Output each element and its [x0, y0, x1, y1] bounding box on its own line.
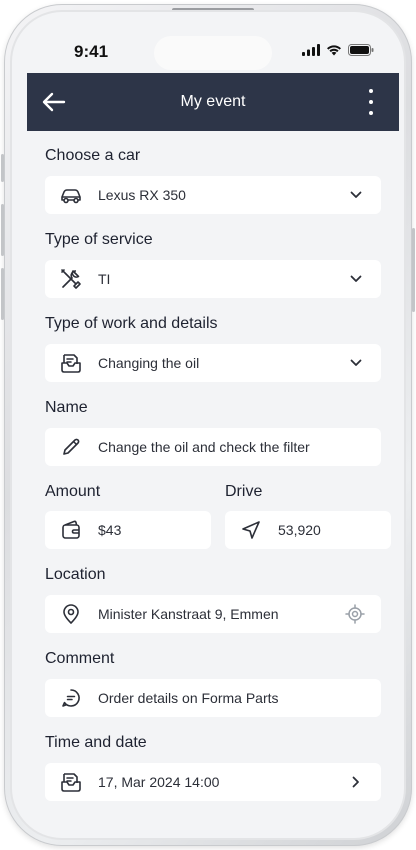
page-title: My event — [180, 93, 246, 110]
volume-down-button — [1, 268, 4, 320]
signal-icon — [302, 44, 320, 56]
name-label: Name — [45, 399, 88, 416]
name-value: Change the oil and check the filter — [98, 439, 310, 455]
car-label: Choose a car — [45, 147, 141, 164]
pencil-icon — [59, 436, 83, 458]
screen: 9:41 My event Choose a car Lexus RX 350 … — [12, 12, 404, 838]
app-header: My event — [27, 73, 399, 131]
mute-button — [1, 154, 4, 182]
calendar-task-icon — [59, 771, 83, 793]
amount-input[interactable]: $43 — [45, 511, 211, 549]
datetime-value: 17, Mar 2024 14:00 — [98, 774, 220, 790]
work-select[interactable]: Changing the oil — [45, 344, 381, 382]
dynamic-island — [154, 36, 272, 70]
amount-value: $43 — [98, 522, 122, 538]
drive-input[interactable]: 53,920 — [225, 511, 391, 549]
wifi-icon — [326, 44, 342, 56]
chevron-down-icon — [349, 188, 363, 202]
service-value: TI — [98, 271, 111, 287]
car-value: Lexus RX 350 — [98, 187, 186, 203]
work-label: Type of work and details — [45, 315, 218, 332]
chevron-right-icon — [349, 775, 363, 789]
datetime-label: Time and date — [45, 734, 147, 751]
power-button — [412, 228, 415, 312]
back-arrow-icon[interactable] — [41, 90, 67, 114]
location-input[interactable]: Minister Kanstraat 9, Emmen — [45, 595, 381, 633]
chevron-down-icon — [349, 356, 363, 370]
comment-value: Order details on Forma Parts — [98, 690, 279, 706]
drive-label: Drive — [225, 483, 263, 500]
name-input[interactable]: Change the oil and check the filter — [45, 428, 381, 466]
work-value: Changing the oil — [98, 355, 200, 371]
car-select[interactable]: Lexus RX 350 — [45, 176, 381, 214]
status-bar: 9:41 — [12, 12, 404, 74]
wallet-icon — [59, 519, 83, 541]
comment-input[interactable]: Order details on Forma Parts — [45, 679, 381, 717]
gps-target-icon[interactable] — [345, 604, 365, 624]
location-value: Minister Kanstraat 9, Emmen — [98, 606, 279, 622]
status-time: 9:41 — [74, 42, 109, 61]
chevron-down-icon — [349, 272, 363, 286]
map-pin-icon — [59, 603, 83, 625]
service-select[interactable]: TI — [45, 260, 381, 298]
navigation-arrow-icon — [239, 519, 263, 541]
location-label: Location — [45, 566, 106, 583]
battery-icon — [348, 44, 374, 56]
comment-label: Comment — [45, 650, 115, 667]
message-icon — [59, 687, 83, 709]
phone-frame: 9:41 My event Choose a car Lexus RX 350 … — [1, 4, 415, 846]
drive-value: 53,920 — [278, 522, 321, 538]
car-icon — [59, 184, 83, 206]
amount-label: Amount — [45, 483, 101, 500]
task-list-icon — [59, 352, 83, 374]
service-label: Type of service — [45, 231, 153, 248]
tools-icon — [59, 268, 83, 290]
datetime-select[interactable]: 17, Mar 2024 14:00 — [45, 763, 381, 801]
status-icons — [302, 44, 374, 56]
volume-up-button — [1, 204, 4, 256]
more-options-icon[interactable] — [367, 89, 375, 115]
